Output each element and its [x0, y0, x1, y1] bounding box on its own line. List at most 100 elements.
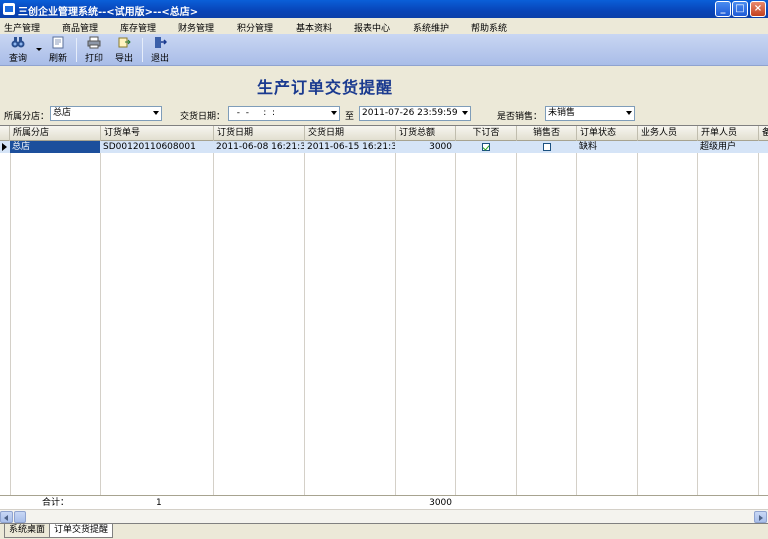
- refresh-button[interactable]: 刷新: [44, 36, 72, 64]
- cell-delivery-date[interactable]: 2011-06-15 16:21:36: [305, 141, 395, 153]
- column-header-delivery-date[interactable]: 交货日期: [305, 126, 396, 141]
- export-label: 导出: [114, 54, 133, 64]
- exit-button[interactable]: 退出: [146, 36, 174, 64]
- orders-grid[interactable]: 所属分店 订货单号 订货日期 交货日期 订货总额 下订否 销售否 订单状态 业务…: [0, 125, 768, 509]
- menu-inventory[interactable]: 库存管理: [120, 21, 156, 34]
- menu-products[interactable]: 商品管理: [62, 21, 98, 34]
- totals-row: 合计： 1 3000: [0, 495, 768, 509]
- date-from-value: - - : :: [231, 108, 276, 118]
- totals-amount: 3000: [429, 498, 452, 508]
- query-label: 查询: [8, 54, 27, 64]
- tab-order-delivery-reminder[interactable]: 订单交货提醒: [49, 524, 114, 538]
- query-button[interactable]: 查询: [4, 36, 32, 64]
- menu-system[interactable]: 系统维护: [413, 21, 449, 34]
- cell-order-date[interactable]: 2011-06-08 16:21:36: [214, 141, 304, 153]
- menu-bar: 生产管理 商品管理 库存管理 财务管理 积分管理 基本资料 报表中心 系统维护 …: [0, 18, 768, 34]
- grid-line: [213, 141, 214, 495]
- export-icon: [118, 37, 131, 48]
- main-content: 生产订单交货提醒 所属分店： 总店 交货日期： - - : : 至 2011-0…: [0, 66, 768, 523]
- query-dropdown-icon[interactable]: [36, 48, 42, 51]
- maximize-button[interactable]: □: [732, 1, 748, 17]
- cell-status[interactable]: 缺料: [577, 141, 637, 153]
- column-header-branch[interactable]: 所属分店: [10, 126, 101, 141]
- totals-count: 1: [156, 498, 162, 508]
- column-header-order-date[interactable]: 订货日期: [214, 126, 305, 141]
- refresh-icon: [52, 36, 64, 49]
- chevron-down-icon: [626, 111, 632, 115]
- chevron-down-icon: [462, 111, 468, 115]
- current-row-icon: [2, 143, 7, 151]
- cell-creator[interactable]: 超级用户: [698, 141, 758, 153]
- grid-line: [758, 141, 759, 495]
- column-header-amount[interactable]: 订货总额: [396, 126, 456, 141]
- scroll-thumb[interactable]: [14, 511, 26, 523]
- cell-branch[interactable]: 总店: [10, 141, 100, 153]
- to-label: 至: [345, 112, 355, 122]
- branch-select[interactable]: 总店: [50, 106, 162, 121]
- ordered-checkbox[interactable]: [482, 143, 490, 151]
- table-row[interactable]: 总店 SD00120110608001 2011-06-08 16:21:36 …: [0, 141, 768, 153]
- scroll-right-icon[interactable]: [754, 511, 767, 523]
- branch-label: 所属分店：: [4, 112, 50, 122]
- app-window: 三创企业管理系统--<试用版>--<总店> _ □ × 生产管理 商品管理 库存…: [0, 0, 768, 539]
- print-button[interactable]: 打印: [80, 36, 108, 64]
- column-header-salesperson[interactable]: 业务人员: [638, 126, 698, 141]
- column-header-sold[interactable]: 销售否: [517, 126, 577, 141]
- minimize-button[interactable]: _: [715, 1, 731, 17]
- menu-reports[interactable]: 报表中心: [354, 21, 390, 34]
- sold-select[interactable]: 未销售: [545, 106, 635, 121]
- scroll-left-icon[interactable]: [0, 511, 13, 523]
- menu-finance[interactable]: 财务管理: [178, 21, 214, 34]
- grid-line: [304, 141, 305, 495]
- binoculars-icon: [11, 37, 25, 48]
- column-header-ordered[interactable]: 下订否: [456, 126, 517, 141]
- cell-order-no[interactable]: SD00120110608001: [101, 141, 213, 153]
- menu-basic-data[interactable]: 基本资料: [296, 21, 332, 34]
- column-header-remark[interactable]: 备: [759, 126, 768, 141]
- print-label: 打印: [84, 54, 103, 64]
- date-from-picker[interactable]: - - : :: [228, 106, 340, 121]
- horizontal-scrollbar[interactable]: [0, 509, 768, 523]
- page-title: 生产订单交货提醒: [256, 78, 393, 97]
- date-to-value: 2011-07-26 23:59:59: [362, 108, 458, 118]
- column-header-status[interactable]: 订单状态: [577, 126, 638, 141]
- grid-line: [455, 141, 456, 495]
- grid-line: [10, 141, 11, 495]
- chevron-down-icon: [331, 111, 337, 115]
- export-button[interactable]: 导出: [110, 36, 138, 64]
- app-icon: [3, 3, 15, 15]
- sold-label: 是否销售：: [497, 112, 543, 122]
- exit-label: 退出: [150, 54, 169, 64]
- tab-desktop[interactable]: 系统桌面: [4, 524, 51, 538]
- sold-checkbox[interactable]: [543, 143, 551, 151]
- grid-line: [100, 141, 101, 495]
- tab-strip: 系统桌面 订单交货提醒: [0, 523, 768, 539]
- cell-salesperson[interactable]: [638, 141, 697, 153]
- totals-label: 合计：: [42, 498, 70, 508]
- grid-line: [395, 141, 396, 495]
- grid-line: [576, 141, 577, 495]
- sold-value: 未销售: [548, 108, 576, 118]
- date-to-picker[interactable]: 2011-07-26 23:59:59: [359, 106, 471, 121]
- exit-door-icon: [155, 37, 167, 48]
- printer-icon: [87, 36, 101, 49]
- grid-line: [697, 141, 698, 495]
- menu-help[interactable]: 帮助系统: [471, 21, 507, 34]
- title-bar: 三创企业管理系统--<试用版>--<总店> _ □ ×: [0, 0, 768, 18]
- grid-header: 所属分店 订货单号 订货日期 交货日期 订货总额 下订否 销售否 订单状态 业务…: [0, 126, 768, 141]
- toolbar-separator: [76, 38, 77, 62]
- toolbar: 查询 刷新 打印 导出 退出: [0, 34, 768, 66]
- menu-points[interactable]: 积分管理: [237, 21, 273, 34]
- delivery-date-label: 交货日期：: [180, 112, 226, 122]
- menu-production[interactable]: 生产管理: [4, 21, 40, 34]
- window-title: 三创企业管理系统--<试用版>--<总店>: [18, 7, 199, 18]
- grid-line: [637, 141, 638, 495]
- grid-line: [516, 141, 517, 495]
- toolbar-separator: [142, 38, 143, 62]
- close-button[interactable]: ×: [750, 1, 766, 17]
- cell-amount[interactable]: 3000: [396, 141, 455, 153]
- column-header-creator[interactable]: 开单人员: [698, 126, 759, 141]
- column-header-order-no[interactable]: 订货单号: [101, 126, 214, 141]
- refresh-label: 刷新: [48, 54, 67, 64]
- branch-value: 总店: [53, 108, 72, 118]
